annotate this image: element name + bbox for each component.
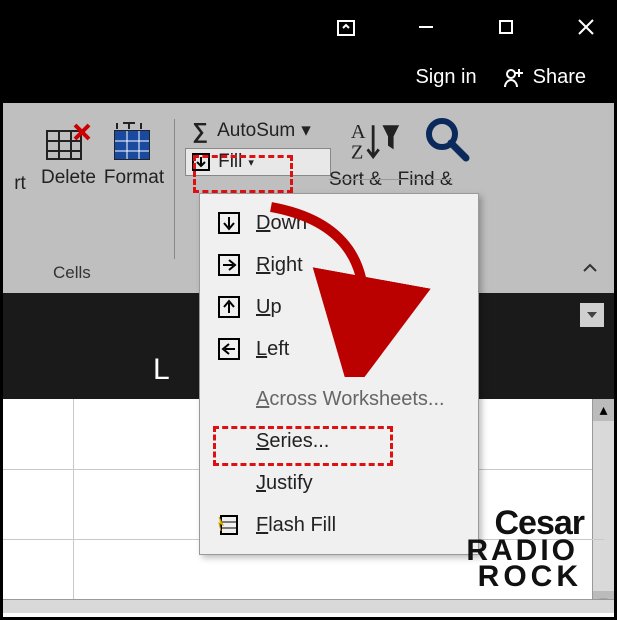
delete-cells-icon	[41, 119, 95, 167]
flash-fill-icon	[216, 512, 242, 538]
share-icon	[501, 65, 525, 89]
svg-text:Z: Z	[351, 142, 363, 164]
chevron-down-icon: ▾	[301, 119, 311, 142]
ribbon-group-label-cells: Cells	[53, 263, 91, 283]
insert-cells-button[interactable]: rt	[3, 113, 37, 201]
sort-find-labels: Sort & Find &	[329, 169, 453, 191]
fill-across-worksheets-item[interactable]: Across Worksheets...	[200, 378, 478, 420]
flash-fill-item[interactable]: Flash Fill	[200, 504, 478, 546]
fill-justify-item[interactable]: Justify	[200, 462, 478, 504]
fill-label: Fill	[218, 151, 242, 173]
share-label: Share	[533, 66, 586, 89]
sort-filter-icon[interactable]: AZ	[349, 115, 401, 167]
fill-left-item[interactable]: Left	[200, 328, 478, 370]
format-label: Format	[104, 167, 164, 189]
format-cells-icon	[107, 119, 161, 167]
arrow-left-box-icon	[216, 336, 242, 362]
autosum-label: AutoSum	[217, 120, 295, 142]
arrow-up-box-icon	[216, 294, 242, 320]
minimize-button[interactable]	[406, 7, 446, 47]
insert-label: rt	[14, 173, 26, 195]
ribbon-display-options[interactable]	[326, 7, 366, 47]
column-header-label[interactable]: L	[153, 353, 170, 387]
account-bar: Sign in Share	[3, 51, 614, 103]
fill-right-item[interactable]: Right	[200, 244, 478, 286]
fill-up-item[interactable]: Up	[200, 286, 478, 328]
scroll-up-button[interactable]: ▴	[593, 399, 614, 421]
fill-series-item[interactable]: Series...	[200, 420, 478, 462]
fill-button[interactable]: Fill ▾	[185, 148, 331, 176]
maximize-button[interactable]	[486, 7, 526, 47]
signin-link[interactable]: Sign in	[415, 66, 476, 89]
horizontal-scrollbar[interactable]	[3, 599, 614, 613]
chevron-down-icon: ▾	[248, 156, 254, 169]
find-select-icon[interactable]	[423, 115, 475, 167]
collapse-ribbon-button[interactable]	[580, 259, 600, 279]
arrow-down-box-icon	[216, 210, 242, 236]
fill-dropdown-menu: DDownown Right Up Left Across Worksheets…	[199, 193, 479, 555]
vertical-scrollbar[interactable]: ▴ ▾	[592, 399, 614, 613]
share-button[interactable]: Share	[501, 65, 586, 89]
svg-text:A: A	[351, 121, 366, 143]
fill-down-icon	[190, 151, 212, 173]
autosum-button[interactable]: ∑ AutoSum ▾	[185, 117, 331, 144]
close-button[interactable]	[566, 7, 606, 47]
delete-cells-button[interactable]: Delete	[37, 113, 100, 195]
arrow-right-box-icon	[216, 252, 242, 278]
fill-down-item[interactable]: DDownown	[200, 202, 478, 244]
window-titlebar	[3, 3, 614, 51]
ribbon-separator	[174, 119, 175, 259]
delete-label: Delete	[41, 167, 96, 189]
formula-expand-button[interactable]	[580, 303, 604, 327]
format-cells-button[interactable]: Format	[100, 113, 168, 195]
sigma-icon: ∑	[189, 120, 211, 142]
